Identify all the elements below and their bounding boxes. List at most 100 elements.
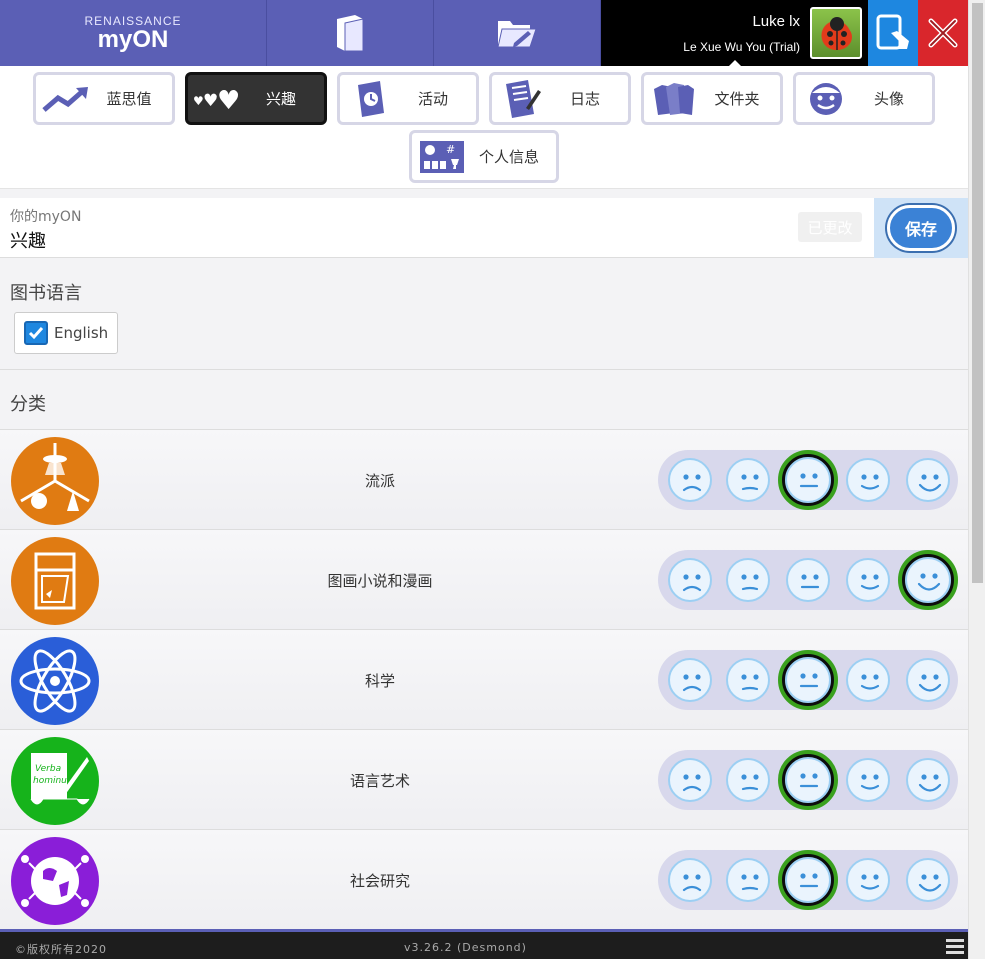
copyright: ©版权所有2020 <box>15 943 107 956</box>
rating-scale <box>658 650 958 710</box>
user-info: Luke lx Le Xue Wu You (Trial) <box>683 13 800 54</box>
tab-lexile[interactable]: 蓝思值 <box>33 72 175 125</box>
rating-scale <box>658 550 958 610</box>
very-happy-face-icon[interactable] <box>898 550 958 610</box>
menu-icon[interactable] <box>946 939 964 957</box>
checkbox-label: English <box>54 324 109 342</box>
brand-logo[interactable]: RENAISSANCE myON <box>0 0 267 66</box>
device-button[interactable] <box>868 0 918 66</box>
very-sad-face-icon[interactable] <box>668 558 712 602</box>
checkbox-checked-icon <box>24 321 48 345</box>
neutral-face-icon[interactable] <box>778 850 838 910</box>
tab-label: 蓝思值 <box>106 90 152 108</box>
tab-journal[interactable]: 日志 <box>489 72 631 125</box>
scroll-quill-icon: Verba hominum <box>11 737 99 825</box>
happy-face-icon[interactable] <box>846 858 890 902</box>
category-row: 社会研究 <box>0 830 968 930</box>
english-checkbox[interactable]: English <box>14 312 118 354</box>
sad-face-icon[interactable] <box>726 758 770 802</box>
user-avatar[interactable] <box>810 7 862 59</box>
rating-scale <box>658 450 958 510</box>
ladybug-icon <box>822 17 852 50</box>
category-row: Verba hominum 语言艺术 <box>0 730 968 830</box>
brand-name: myON <box>97 26 169 53</box>
version: v3.26.2 (Desmond) <box>404 941 527 954</box>
category-label: 图画小说和漫画 <box>327 572 433 590</box>
category-row: 图画小说和漫画 <box>0 530 968 630</box>
folder-pencil-icon <box>497 21 537 48</box>
footer: ©版权所有2020 v3.26.2 (Desmond) <box>0 929 968 959</box>
sad-face-icon[interactable] <box>726 458 770 502</box>
happy-face-icon[interactable] <box>846 558 890 602</box>
rating-scale <box>658 850 958 910</box>
tab-label: 文件夹 <box>714 90 760 108</box>
page-title: 兴趣 <box>10 231 46 252</box>
neutral-face-icon[interactable] <box>778 650 838 710</box>
changed-indicator: 已更改 <box>798 212 862 242</box>
class-name: Le Xue Wu You (Trial) <box>683 39 800 54</box>
tab-label: 个人信息 <box>478 148 539 166</box>
tab-avatar[interactable]: 头像 <box>793 72 935 125</box>
graphic-novel-icon <box>11 537 99 625</box>
globe-icon <box>11 837 99 925</box>
category-row: 流派 <box>0 430 968 530</box>
tablet-tap-icon <box>876 14 909 50</box>
profile-tabs: 蓝思值 ♥ ♥ ♥ 兴趣 活动 日志 文件夹 头像 # 个人信息 <box>0 66 968 189</box>
very-sad-face-icon[interactable] <box>668 658 712 702</box>
sad-face-icon[interactable] <box>726 558 770 602</box>
tab-folders[interactable]: 文件夹 <box>641 72 783 125</box>
tab-label: 活动 <box>417 90 448 108</box>
very-happy-face-icon[interactable] <box>906 458 950 502</box>
interests-header: 你的myON 兴趣 已更改 保存 <box>0 198 968 258</box>
very-happy-face-icon[interactable] <box>906 758 950 802</box>
user-name: Luke lx <box>752 12 800 30</box>
very-sad-face-icon[interactable] <box>668 758 712 802</box>
hearts-icon: ♥ ♥♥ <box>193 87 240 111</box>
profile-stats-icon: # <box>420 140 464 173</box>
very-happy-face-icon[interactable] <box>906 858 950 902</box>
tab-profile-info[interactable]: # 个人信息 <box>409 130 559 183</box>
scrollbar[interactable] <box>968 0 985 959</box>
tab-label: 日志 <box>569 90 600 108</box>
very-happy-face-icon[interactable] <box>906 658 950 702</box>
books-nav-button[interactable] <box>267 0 434 66</box>
close-icon <box>928 18 958 48</box>
sad-face-icon[interactable] <box>726 658 770 702</box>
rating-scale <box>658 750 958 810</box>
svg-text:Verba: Verba <box>35 764 61 774</box>
neutral-face-icon[interactable] <box>778 750 838 810</box>
category-row: 科学 <box>0 630 968 730</box>
sad-face-icon[interactable] <box>726 858 770 902</box>
tab-label: 兴趣 <box>265 90 296 108</box>
happy-face-icon[interactable] <box>846 758 890 802</box>
trend-up-icon <box>42 86 88 112</box>
neutral-face-icon[interactable] <box>786 558 830 602</box>
divider <box>0 369 968 370</box>
journal-icon <box>506 79 541 118</box>
very-sad-face-icon[interactable] <box>668 458 712 502</box>
save-button[interactable]: 保存 <box>887 205 955 251</box>
happy-face-icon[interactable] <box>846 458 890 502</box>
svg-text:♥: ♥ <box>203 91 218 111</box>
tab-activities[interactable]: 活动 <box>337 72 479 125</box>
happy-face-icon[interactable] <box>846 658 890 702</box>
category-label: 社会研究 <box>349 872 410 890</box>
book-icon <box>337 15 364 52</box>
projects-nav-button[interactable] <box>434 0 601 66</box>
tab-label: 头像 <box>873 90 904 108</box>
scrollbar-thumb[interactable] <box>972 3 983 583</box>
user-menu[interactable]: Luke lx Le Xue Wu You (Trial) <box>601 0 868 66</box>
svg-text:♥: ♥ <box>217 87 240 111</box>
tab-interests[interactable]: ♥ ♥ ♥ 兴趣 <box>185 72 327 125</box>
avatar-face-icon <box>810 82 842 115</box>
folders-icon <box>654 82 694 115</box>
neutral-face-icon[interactable] <box>778 450 838 510</box>
category-label: 语言艺术 <box>349 772 410 790</box>
save-area: 保存 <box>874 198 968 258</box>
very-sad-face-icon[interactable] <box>668 858 712 902</box>
exit-button[interactable] <box>918 0 968 66</box>
activity-book-icon <box>358 80 384 117</box>
category-label: 科学 <box>364 672 395 690</box>
atom-icon <box>11 637 99 725</box>
top-bar: RENAISSANCE myON Luke lx Le Xue Wu You (… <box>0 0 968 66</box>
